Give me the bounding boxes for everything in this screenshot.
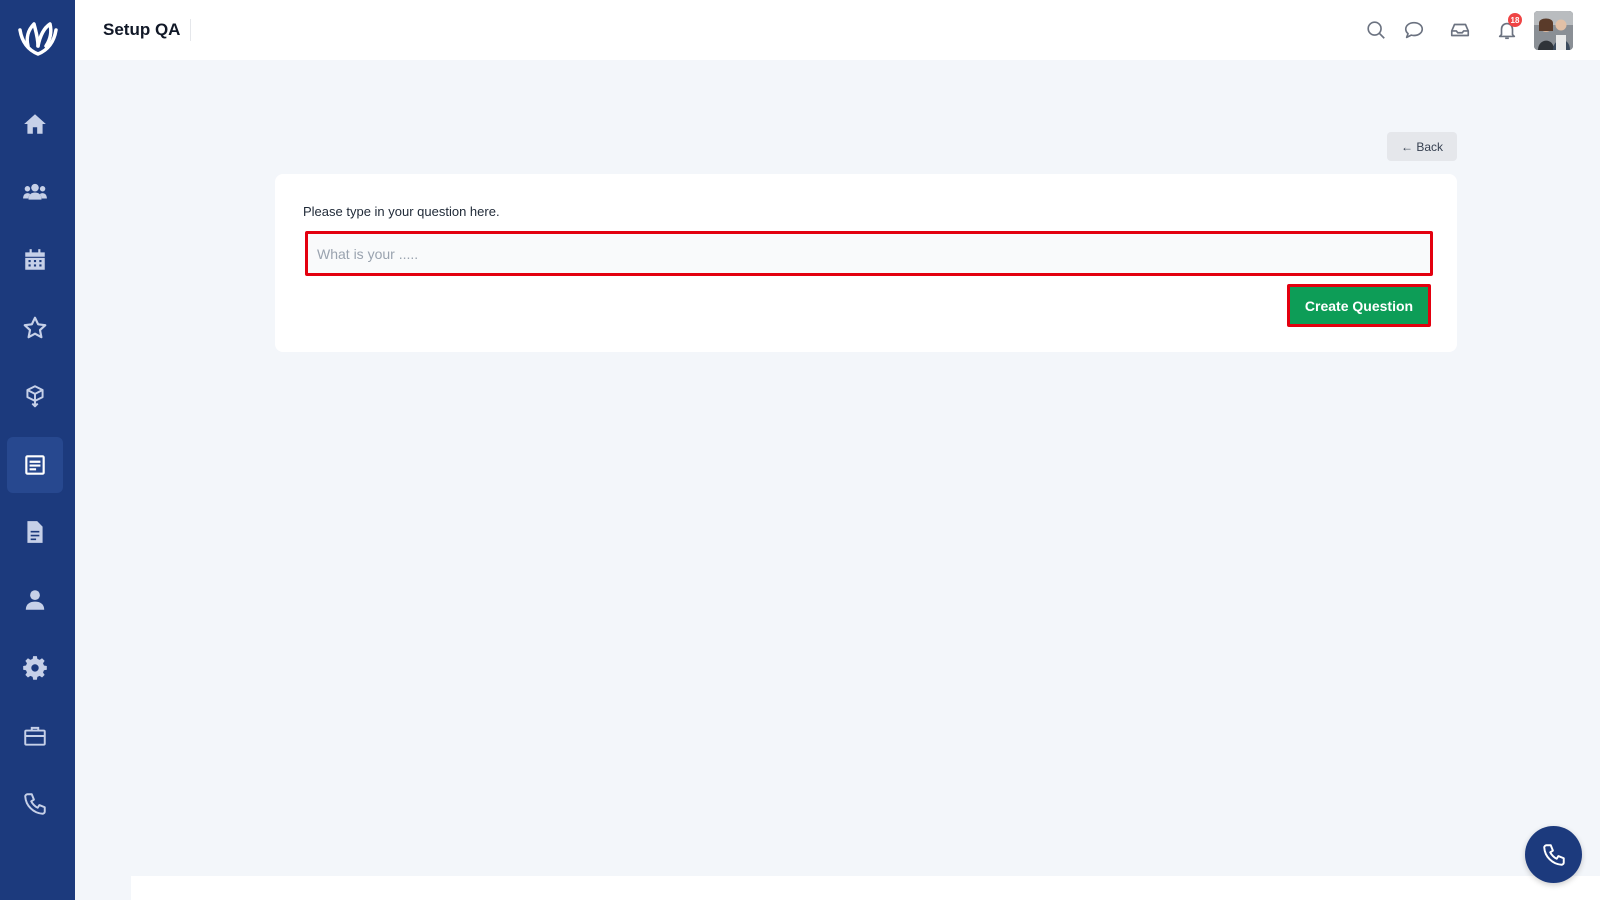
calendar-icon [25,249,45,270]
page-title: Setup QA [103,19,192,41]
home-icon [24,114,46,134]
sidebar-item-profile[interactable] [7,572,63,628]
footer-bar [131,876,1600,900]
call-button[interactable] [1525,826,1582,883]
users-icon [23,183,47,200]
sidebar-item-calendar[interactable] [7,232,63,288]
inbox-button[interactable] [1447,17,1473,43]
sidebar-item-team[interactable] [7,164,63,220]
question-label: Please type in your question here. [303,204,500,219]
document-icon [27,521,43,543]
search-button[interactable] [1363,17,1389,43]
notification-badge: 18 [1508,13,1522,27]
app-logo[interactable] [14,16,62,60]
sidebar-item-home[interactable] [7,96,63,152]
sidebar-item-documents[interactable] [7,504,63,560]
sidebar-item-calls[interactable] [7,776,63,832]
sidebar [0,0,75,900]
phone-icon [1542,843,1565,866]
phone-icon [24,793,46,815]
sidebar-item-deliveries[interactable] [7,368,63,424]
question-input[interactable] [305,231,1433,276]
briefcase-icon [24,726,46,746]
star-icon [23,316,47,339]
messages-button[interactable] [1401,17,1427,43]
checklist-icon [25,455,45,475]
box-icon [26,385,44,408]
search-icon [1367,21,1385,39]
user-icon [25,590,45,610]
sidebar-item-favorites[interactable] [7,300,63,356]
user-avatar[interactable] [1534,11,1573,50]
question-form-card: Please type in your question here. Creat… [275,174,1457,352]
create-question-button[interactable]: Create Question [1287,284,1431,327]
back-button[interactable]: ← Back [1387,132,1457,161]
sidebar-item-checklist[interactable] [7,437,63,493]
chat-bubble-icon [1404,21,1424,39]
sidebar-item-settings[interactable] [7,640,63,696]
sidebar-item-jobs[interactable] [7,708,63,764]
gear-icon [23,656,47,680]
inbox-icon [1450,23,1470,37]
